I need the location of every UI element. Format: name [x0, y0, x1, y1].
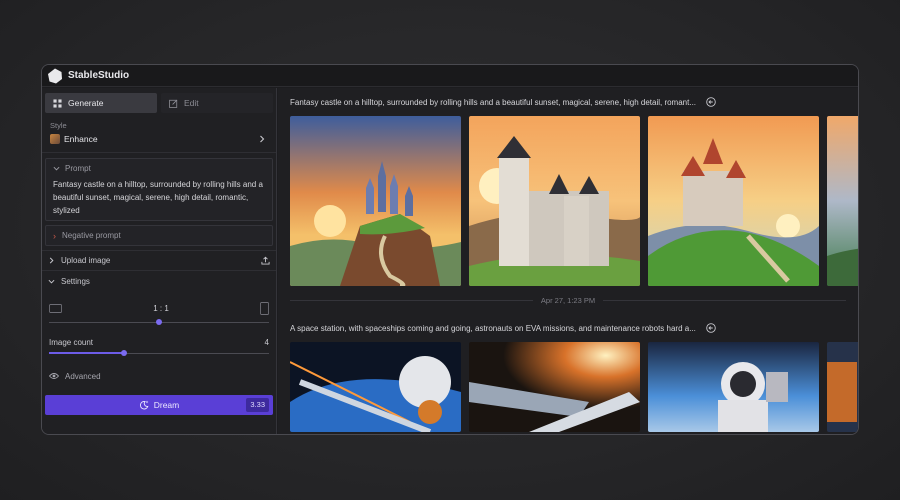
generation-gallery: Fantasy castle on a hilltop, surrounded …	[278, 88, 858, 434]
title-bar: StableStudio	[42, 65, 858, 87]
upload-icon[interactable]	[261, 256, 270, 265]
eye-icon	[49, 373, 59, 379]
advanced-toggle[interactable]: Advanced	[49, 369, 269, 383]
chevron-right-icon	[49, 257, 54, 264]
aspect-ratio-slider[interactable]	[49, 319, 269, 325]
image-count-slider[interactable]	[49, 350, 269, 356]
slider-knob[interactable]	[120, 350, 127, 356]
sparkle-moon-icon	[139, 400, 149, 410]
style-selector[interactable]: Style Enhance	[42, 113, 276, 153]
generated-image[interactable]	[469, 342, 640, 432]
upload-image-row[interactable]: Upload image	[42, 250, 276, 271]
style-thumbnail	[50, 134, 60, 144]
app-window: StableStudio Generate Edit Style Enhance…	[41, 64, 859, 435]
timestamp-divider: Apr 27, 1:23 PM	[278, 286, 858, 314]
credit-cost-badge: 3.33	[246, 398, 269, 412]
stablestudio-logo-icon	[48, 68, 62, 83]
slider-knob[interactable]	[156, 319, 162, 325]
mode-tabs: Generate Edit	[42, 88, 276, 113]
style-value: Enhance	[64, 134, 98, 144]
aspect-ratio-row: 1 : 1	[49, 298, 269, 318]
dream-label: Dream	[153, 400, 180, 410]
generated-image[interactable]	[648, 116, 819, 286]
image-count-row: Image count 4	[49, 338, 269, 347]
prompt-label: Prompt	[65, 164, 91, 173]
image-row-castle	[278, 116, 858, 286]
aspect-ratio-value: 1 : 1	[153, 303, 169, 313]
image-row-space-station	[278, 342, 858, 432]
upload-image-label: Upload image	[61, 256, 111, 265]
image-count-label: Image count	[49, 338, 94, 347]
settings-toggle[interactable]: Settings	[42, 271, 276, 292]
generated-image[interactable]	[827, 116, 858, 286]
tab-edit[interactable]: Edit	[161, 93, 273, 113]
generation-prompt: Fantasy castle on a hilltop, surrounded …	[278, 88, 858, 116]
landscape-ratio-icon[interactable]	[49, 303, 62, 313]
generation-prompt-text: Fantasy castle on a hilltop, surrounded …	[290, 97, 697, 107]
reuse-prompt-icon[interactable]	[706, 323, 716, 333]
chevron-down-icon	[48, 279, 55, 284]
prompt-panel[interactable]: Prompt Fantasy castle on a hilltop, surr…	[45, 158, 273, 221]
tab-generate-label: Generate	[68, 98, 104, 108]
generation-prompt: A space station, with spaceships coming …	[278, 314, 858, 342]
prompt-input[interactable]: Fantasy castle on a hilltop, surrounded …	[53, 178, 265, 217]
generated-image[interactable]	[290, 116, 461, 286]
settings-panel: 1 : 1 Image count 4 Advanced	[42, 292, 276, 383]
generated-image[interactable]	[827, 342, 858, 432]
image-count-value: 4	[264, 338, 269, 347]
chevron-right-icon	[260, 135, 265, 143]
sidebar: Generate Edit Style Enhance Prompt Fanta…	[42, 88, 277, 434]
pencil-square-icon	[169, 99, 178, 108]
tab-edit-label: Edit	[184, 98, 199, 108]
reuse-prompt-icon[interactable]	[706, 97, 716, 107]
app-title: StableStudio	[68, 70, 130, 81]
style-label: Style	[50, 121, 67, 130]
negative-prompt-toggle[interactable]: › Negative prompt	[45, 225, 273, 246]
dream-button[interactable]: Dream 3.33	[45, 395, 273, 415]
portrait-ratio-icon[interactable]	[260, 301, 269, 315]
generated-image[interactable]	[469, 116, 640, 286]
chevron-right-icon: ›	[53, 230, 56, 241]
generation-prompt-text: A space station, with spaceships coming …	[290, 323, 696, 333]
generated-image[interactable]	[648, 342, 819, 432]
chevron-down-icon	[53, 166, 60, 171]
tab-generate[interactable]: Generate	[45, 93, 157, 113]
advanced-label: Advanced	[65, 371, 101, 381]
sparkle-grid-icon	[53, 98, 62, 108]
generated-image[interactable]	[290, 342, 461, 432]
timestamp-label: Apr 27, 1:23 PM	[540, 295, 596, 305]
negative-prompt-label: Negative prompt	[62, 231, 121, 240]
settings-label: Settings	[61, 277, 90, 286]
